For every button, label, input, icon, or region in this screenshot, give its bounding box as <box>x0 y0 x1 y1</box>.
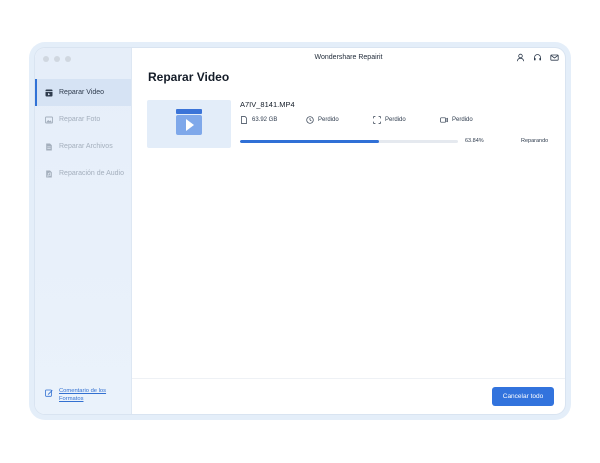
sidebar: Reparar Video Reparar Foto Reparar Archi… <box>35 48 132 414</box>
document-icon <box>241 116 247 124</box>
sidebar-item-audio-repair[interactable]: Reparación de Audio <box>35 160 131 187</box>
clock-icon <box>306 116 314 124</box>
file-resolution-value: Perdido <box>385 117 406 123</box>
audio-repair-icon <box>45 170 53 178</box>
sidebar-item-label: Reparar Foto <box>59 116 101 123</box>
file-camera: Perdido <box>440 116 473 124</box>
file-duration: Perdido <box>306 116 339 124</box>
repair-progress-bar <box>240 140 458 143</box>
resolution-icon <box>373 116 381 124</box>
file-camera-value: Perdido <box>452 117 473 123</box>
user-icon[interactable] <box>516 53 525 62</box>
headset-icon[interactable] <box>533 53 542 62</box>
video-thumbnail <box>147 100 231 148</box>
mail-icon[interactable] <box>550 53 559 62</box>
format-feedback-link[interactable]: Comentario de los Formatos <box>45 387 119 403</box>
file-size-value: 63.92 GB <box>252 117 278 123</box>
cancel-all-button[interactable]: Cancelar todo <box>492 387 554 406</box>
sidebar-item-label: Reparar Video <box>59 89 105 96</box>
file-resolution: Perdido <box>373 116 406 124</box>
video-file-icon <box>175 108 203 140</box>
window-controls <box>43 56 71 62</box>
footer-divider <box>132 378 565 379</box>
app-title: Wondershare Repairit <box>314 54 383 61</box>
repair-status: Reparando <box>521 138 549 144</box>
file-name: A7IV_8141.MP4 <box>240 100 295 109</box>
minimize-window-button[interactable] <box>54 56 60 62</box>
sidebar-item-photo-repair[interactable]: Reparar Foto <box>35 106 131 133</box>
sidebar-item-video-repair[interactable]: Reparar Video <box>35 79 131 106</box>
maximize-window-button[interactable] <box>65 56 71 62</box>
sidebar-item-file-repair[interactable]: Reparar Archivos <box>35 133 131 160</box>
header-toolbar <box>516 53 559 62</box>
edit-feedback-icon <box>45 389 53 397</box>
close-window-button[interactable] <box>43 56 49 62</box>
sidebar-item-label: Reparación de Audio <box>59 170 124 177</box>
video-repair-icon <box>45 89 53 97</box>
repair-progress-fill <box>240 140 380 143</box>
file-repair-icon <box>45 143 53 151</box>
camera-icon <box>440 117 448 123</box>
app-window: Reparar Video Reparar Foto Reparar Archi… <box>35 48 565 414</box>
page-title: Reparar Video <box>148 70 230 84</box>
feedback-label: Comentario de los Formatos <box>59 388 107 402</box>
photo-repair-icon <box>45 116 53 124</box>
file-size: 63.92 GB <box>240 116 277 124</box>
progress-percent: 63.84% <box>465 138 484 144</box>
file-duration-value: Perdido <box>318 117 339 123</box>
sidebar-item-label: Reparar Archivos <box>59 143 113 150</box>
